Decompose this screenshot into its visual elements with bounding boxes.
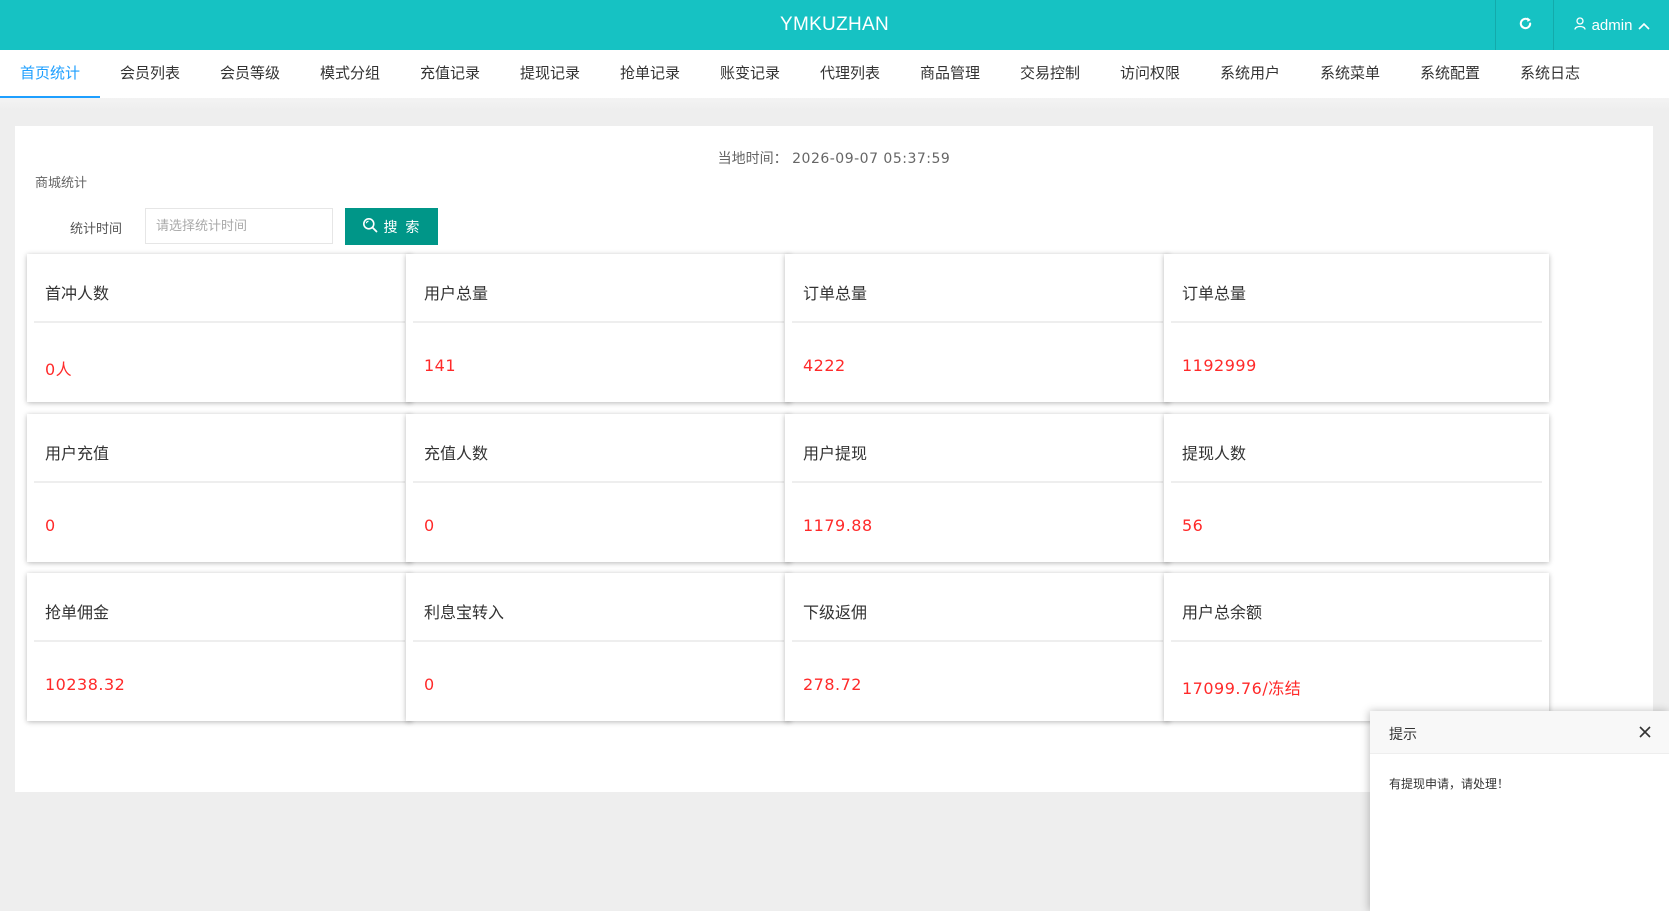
stat-card-label: 提现人数 [1182,444,1247,463]
stat-card-value: 0 [45,516,56,535]
stat-card-divider [34,321,405,323]
username: admin [1591,16,1633,34]
tab-3[interactable]: 会员等级 [200,50,300,98]
stat-card-label: 充值人数 [424,444,489,463]
stat-card: 用户总余额 17099.76/冻结 [1164,573,1549,721]
refresh-button[interactable] [1495,0,1554,50]
stat-card-divider [1171,321,1542,323]
search-icon [362,217,378,236]
stat-card-divider [792,321,1163,323]
notification-header: 提示 [1370,711,1669,754]
search-button-label: 搜 索 [383,218,422,235]
nav-tabs: 首页统计 会员列表 会员等级 模式分组 充值记录 提现记录 抢单记录 账变记录 代理列表 商品管理… [0,50,1669,98]
tab-11[interactable]: 交易控制 [1000,50,1100,98]
top-header: YMKUZHAN admin [0,0,1669,50]
stat-card-label: 用户充值 [45,444,110,463]
stat-card-label: 用户总余额 [1182,603,1263,622]
stat-card-value: 4222 [803,356,846,375]
tab-6[interactable]: 提现记录 [500,50,600,98]
stat-card-divider [413,321,784,323]
stat-card: 用户总量 141 [406,254,791,402]
chevron-up-icon [1638,17,1650,34]
tab-13[interactable]: 系统用户 [1200,50,1300,98]
local-time: 当地时间： 2026-09-07 05:37:59 [15,148,1653,168]
tab-10[interactable]: 商品管理 [900,50,1000,98]
stat-card-label: 首冲人数 [45,284,110,303]
stat-card-divider [34,640,405,642]
stat-card-divider [413,481,784,483]
stat-card-label: 订单总量 [1182,284,1247,303]
stat-card: 利息宝转入 0 [406,573,791,721]
user-menu[interactable]: admin [1553,0,1669,50]
tab-14[interactable]: 系统菜单 [1300,50,1400,98]
close-icon[interactable] [1635,722,1655,742]
tab-15[interactable]: 系统配置 [1400,50,1500,98]
stat-card-value: 56 [1182,516,1204,535]
stat-card-value: 0 [424,516,435,535]
filter-label: 统计时间 [70,222,123,237]
stat-card-label: 用户提现 [803,444,868,463]
stat-card-value: 1192999 [1182,356,1257,375]
tab-2[interactable]: 会员列表 [100,50,200,98]
tab-9[interactable]: 代理列表 [800,50,900,98]
stat-card-label: 利息宝转入 [424,603,505,622]
local-time-label: 当地时间： [717,151,788,167]
stat-card-value: 10238.32 [45,675,126,694]
tab-5[interactable]: 充值记录 [400,50,500,98]
stat-card-divider [34,481,405,483]
notification-popup: 提示 有提现申请，请处理！ [1370,711,1669,911]
section-title: 商城统计 [35,176,88,191]
stat-card-divider [792,481,1163,483]
stat-card-label: 下级返佣 [803,603,868,622]
tab-16[interactable]: 系统日志 [1500,50,1600,98]
refresh-icon [1518,16,1533,35]
stat-time-input[interactable] [145,208,333,244]
tab-4[interactable]: 模式分组 [300,50,400,98]
user-icon [1573,16,1586,34]
tab-8[interactable]: 账变记录 [700,50,800,98]
notification-message: 有提现申请，请处理！ [1389,777,1510,791]
notification-title: 提示 [1389,727,1417,743]
stat-card-value: 0 [424,675,435,694]
stat-card-value: 1179.88 [803,516,873,535]
stats-panel: 当地时间： 2026-09-07 05:37:59 商城统计 统计时间 搜 索 … [15,126,1653,792]
stat-card: 用户充值 0 [27,414,412,562]
stat-card-label: 用户总量 [424,284,489,303]
stat-card: 首冲人数 0人 [27,254,412,402]
stat-card-value: 0人 [45,360,73,379]
stat-card: 提现人数 56 [1164,414,1549,562]
local-time-value: 2026-09-07 05:37:59 [792,151,951,167]
stat-card-value: 141 [424,356,457,375]
tabs-divider [0,98,1669,110]
stat-card: 充值人数 0 [406,414,791,562]
tab-7[interactable]: 抢单记录 [600,50,700,98]
stat-card: 订单总量 1192999 [1164,254,1549,402]
stat-card: 订单总量 4222 [785,254,1170,402]
stat-card-divider [1171,640,1542,642]
stat-card-value: 17099.76/冻结 [1182,679,1302,698]
search-button[interactable]: 搜 索 [345,208,438,245]
stat-card: 用户提现 1179.88 [785,414,1170,562]
tab-12[interactable]: 访问权限 [1100,50,1200,98]
stat-card-label: 订单总量 [803,284,868,303]
stat-card-divider [1171,481,1542,483]
stat-card-value: 278.72 [803,675,862,694]
stat-card-divider [413,640,784,642]
stat-card-divider [792,640,1163,642]
stat-card: 抢单佣金 10238.32 [27,573,412,721]
stat-card-label: 抢单佣金 [45,603,110,622]
tab-1[interactable]: 首页统计 [0,50,100,98]
stat-card: 下级返佣 278.72 [785,573,1170,721]
app-title: YMKUZHAN [779,14,889,35]
